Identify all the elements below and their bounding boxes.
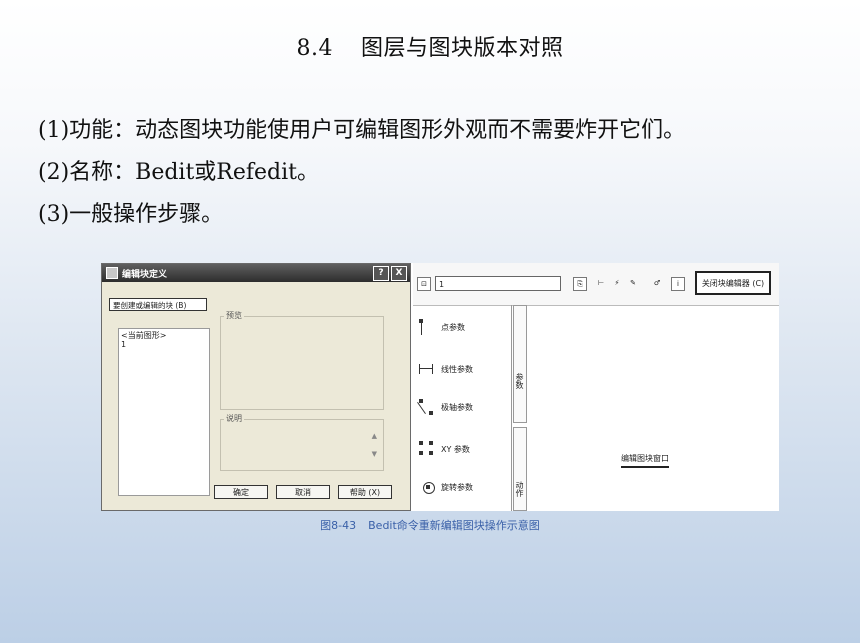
palette-item-label: 点参数	[441, 322, 465, 332]
rotation-parameter-icon	[419, 479, 435, 495]
block-editor-canvas-label: 编辑图块窗口	[621, 453, 669, 468]
palette-item-label: 线性参数	[441, 364, 473, 374]
block-editor: ⊡ 1 ⎘ ⊢ ⚡ ✎ ♂ i 关闭块编辑器 (C) 点参数 线性参数 极轴参数…	[413, 263, 779, 511]
palette-item-polar[interactable]: 极轴参数	[417, 399, 473, 415]
preview-label: 预览	[224, 310, 244, 321]
parameter-icon[interactable]: ⊢	[595, 277, 607, 289]
tab-parameters[interactable]: 参数	[513, 305, 527, 423]
figure-caption: 图8-43 Bedit命令重新编辑图块操作示意图	[0, 517, 860, 533]
action-icon[interactable]: ⚡	[611, 277, 623, 289]
figure-screenshot: 编辑块定义 ? X 要创建或编辑的块 (B) <当前图形> 1 预览 ▲ ▼ 说…	[101, 263, 779, 511]
linear-parameter-icon	[419, 361, 433, 377]
visibility-icon[interactable]: ✎	[627, 277, 639, 289]
description-label: 说明	[224, 413, 244, 424]
palette-item-label: 旋转参数	[441, 482, 473, 492]
palette-item-label: XY 参数	[441, 444, 470, 454]
bullet-list: (1)功能：动态图块功能使用户可编辑图形外观而不需要炸开它们。 (2)名称：Be…	[38, 110, 685, 236]
save-block-icon[interactable]: ⎘	[573, 277, 587, 291]
attribute-icon[interactable]: ♂	[651, 277, 663, 289]
info-icon[interactable]: i	[671, 277, 685, 291]
edit-block-icon[interactable]: ⊡	[417, 277, 431, 291]
edit-block-dialog: 编辑块定义 ? X 要创建或编辑的块 (B) <当前图形> 1 预览 ▲ ▼ 说…	[101, 263, 411, 511]
polar-parameter-icon	[417, 399, 433, 415]
figure-number: 图8-43	[320, 519, 357, 532]
close-icon[interactable]: X	[391, 266, 407, 281]
scroll-down-icon[interactable]: ▼	[372, 450, 377, 458]
palette-item-point[interactable]: 点参数	[419, 319, 465, 335]
dialog-titlebar: 编辑块定义 ? X	[102, 264, 410, 282]
list-item[interactable]: <当前图形>	[121, 331, 207, 340]
app-icon	[106, 267, 118, 279]
slide-title: 8.4 图层与图块版本对照	[0, 30, 860, 62]
description-frame: ▲ ▼	[220, 419, 384, 471]
dialog-title: 编辑块定义	[122, 269, 168, 280]
list-item[interactable]: 1	[121, 340, 207, 349]
bullet-steps: (3)一般操作步骤。	[38, 202, 224, 227]
editor-toolbar: ⊡ 1 ⎘ ⊢ ⚡ ✎ ♂ i 关闭块编辑器 (C)	[413, 263, 779, 306]
bullet-name: (2)名称：Bedit或Refedit。	[38, 160, 320, 185]
scroll-up-icon[interactable]: ▲	[372, 432, 377, 440]
preview-frame	[220, 316, 384, 410]
tab-actions[interactable]: 动作	[513, 427, 527, 511]
block-name-field[interactable]: 1	[435, 276, 561, 291]
section-number: 8.4	[296, 36, 333, 61]
xy-parameter-icon	[419, 441, 433, 457]
cancel-button[interactable]: 取消	[276, 485, 330, 499]
section-title: 图层与图块版本对照	[360, 36, 564, 61]
block-to-edit-label: 要创建或编辑的块 (B)	[109, 298, 207, 311]
block-list[interactable]: <当前图形> 1	[118, 328, 210, 496]
help-icon[interactable]: ?	[373, 266, 389, 281]
bullet-function: (1)功能：动态图块功能使用户可编辑图形外观而不需要炸开它们。	[38, 118, 686, 143]
figure-caption-text: Bedit命令重新编辑图块操作示意图	[368, 519, 540, 532]
ok-button[interactable]: 确定	[214, 485, 268, 499]
palette-item-linear[interactable]: 线性参数	[419, 361, 473, 377]
palette-item-xy[interactable]: XY 参数	[419, 441, 470, 457]
palette-item-rotation[interactable]: 旋转参数	[419, 479, 473, 495]
authoring-palette: 点参数 线性参数 极轴参数 XY 参数 旋转参数 参数 动作	[413, 305, 527, 511]
close-block-editor-button[interactable]: 关闭块编辑器 (C)	[695, 271, 771, 295]
palette-item-label: 极轴参数	[441, 402, 473, 412]
help-button[interactable]: 帮助 (X)	[338, 485, 392, 499]
point-parameter-icon	[419, 319, 433, 335]
